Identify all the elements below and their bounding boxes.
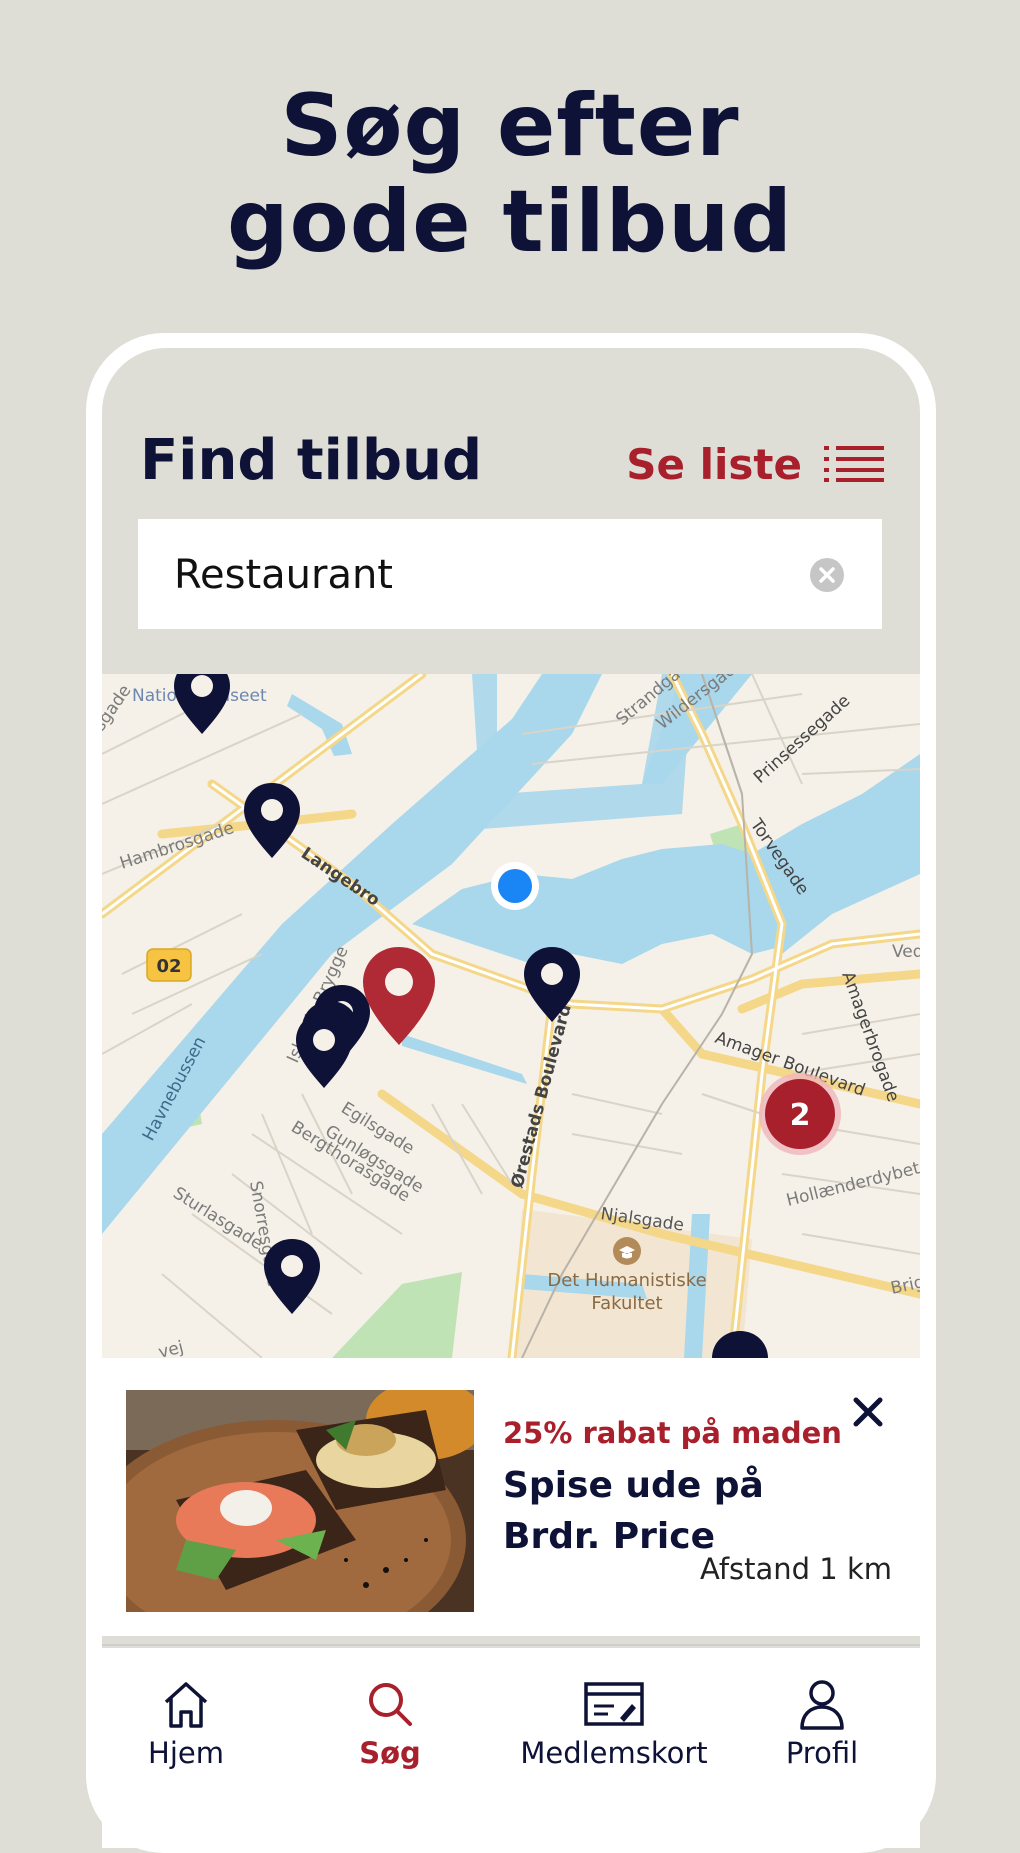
headline-line-2: gode tilbud bbox=[227, 172, 793, 272]
nav-item-search[interactable]: Søg bbox=[290, 1676, 490, 1770]
person-icon bbox=[800, 1680, 844, 1730]
user-location-dot bbox=[491, 862, 539, 910]
university-label-2: Fakultet bbox=[591, 1293, 662, 1314]
nav-item-profile[interactable]: Profil bbox=[722, 1676, 920, 1770]
offer-title: Spise ude på Brdr. Price bbox=[503, 1465, 764, 1557]
home-icon bbox=[164, 1682, 208, 1728]
clear-search-button[interactable] bbox=[810, 558, 844, 592]
offer-discount: 25% rabat på maden bbox=[503, 1416, 842, 1450]
offer-card[interactable]: 25% rabat på maden Spise ude på Brdr. Pr… bbox=[102, 1358, 920, 1636]
page-title: Find tilbud bbox=[140, 428, 483, 493]
clear-icon bbox=[819, 567, 835, 583]
card-icon bbox=[584, 1682, 644, 1726]
close-icon bbox=[853, 1397, 883, 1427]
headline-line-1: Søg efter bbox=[280, 76, 740, 176]
search-input[interactable] bbox=[172, 519, 796, 631]
map-cluster-count: 2 bbox=[790, 1098, 811, 1133]
nav-label-membership-card: Medlemskort bbox=[520, 1736, 708, 1770]
map[interactable]: Nationalmuseet Hambrosgade Langebro Isla… bbox=[102, 674, 920, 1358]
offer-image bbox=[126, 1390, 474, 1612]
bottom-nav: Hjem Søg Medlemskort Profil bbox=[102, 1648, 920, 1848]
see-list-button[interactable]: Se liste bbox=[626, 434, 884, 494]
route-shield-label: 02 bbox=[156, 956, 181, 977]
nav-item-membership-card[interactable]: Medlemskort bbox=[514, 1676, 714, 1770]
search-icon bbox=[369, 1683, 412, 1726]
nav-label-search: Søg bbox=[359, 1736, 421, 1770]
nav-item-home[interactable]: Hjem bbox=[102, 1676, 286, 1770]
divider bbox=[102, 1644, 920, 1646]
see-list-label: Se liste bbox=[626, 439, 802, 489]
offer-distance: Afstand 1 km bbox=[700, 1552, 892, 1586]
app-screen: Find tilbud Se liste Restaurant Hambrosg… bbox=[102, 348, 920, 1848]
nav-label-profile: Profil bbox=[785, 1736, 859, 1770]
route-shield: 02 bbox=[146, 948, 192, 982]
map-label-ved: Ved bbox=[892, 942, 920, 962]
headline: Søg efter gode tilbud bbox=[0, 78, 1020, 270]
nav-label-home: Hjem bbox=[148, 1736, 224, 1770]
search-field[interactable] bbox=[138, 519, 882, 631]
close-card-button[interactable] bbox=[850, 1394, 886, 1430]
university-label-1: Det Humanistiske bbox=[547, 1270, 706, 1291]
list-icon bbox=[824, 446, 884, 482]
map-cluster[interactable]: 2 bbox=[759, 1073, 841, 1155]
